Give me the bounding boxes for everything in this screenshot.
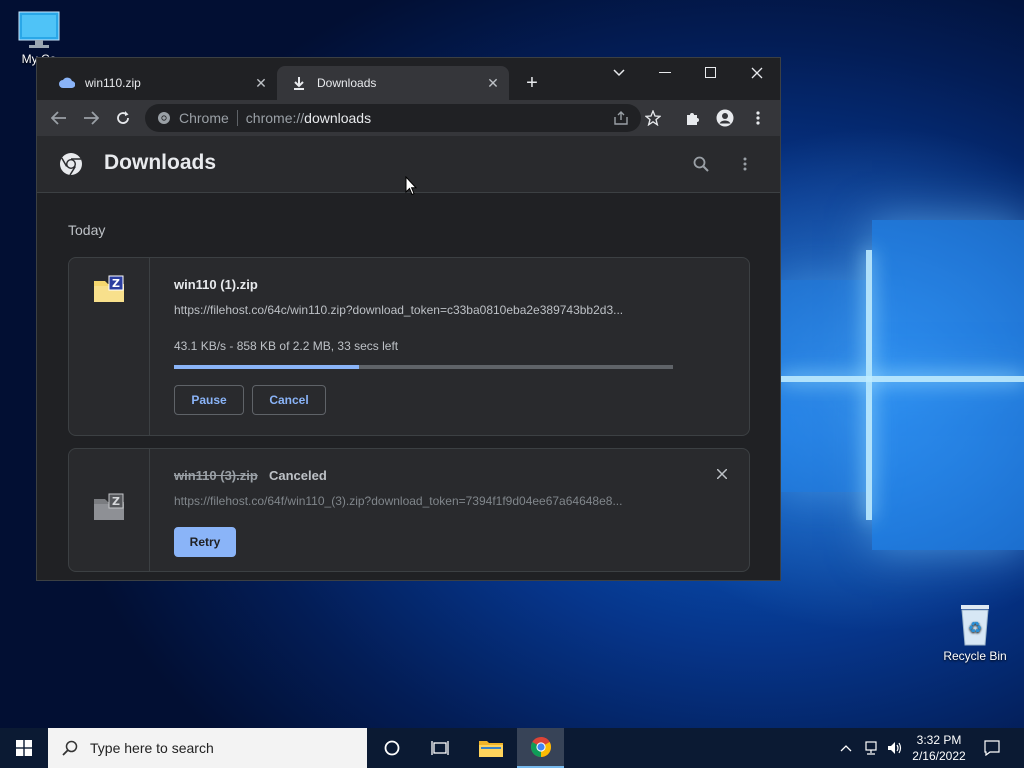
taskbar-search-input[interactable] <box>88 739 352 757</box>
download-item-active: Z win110 (1).zip https://filehost.co/64c… <box>68 257 750 436</box>
address-bar[interactable]: Chrome chrome:// downloads <box>145 104 641 132</box>
profile-avatar-icon[interactable] <box>713 106 737 130</box>
svg-text:Z: Z <box>112 277 120 290</box>
tab-search-chevron-icon[interactable] <box>596 58 642 88</box>
show-hidden-icons-chevron-icon[interactable] <box>836 728 856 768</box>
download-filename[interactable]: win110 (1).zip <box>174 277 258 292</box>
chrome-taskbar-button[interactable] <box>517 728 564 768</box>
new-tab-button[interactable]: + <box>521 72 543 94</box>
task-view-button[interactable] <box>418 728 462 768</box>
desktop-icon-recycle-bin[interactable]: ♻ Recycle Bin <box>940 603 1010 663</box>
monitor-icon <box>18 11 60 48</box>
system-clock[interactable]: 3:32 PM 2/16/2022 <box>905 732 973 764</box>
windows-wallpaper-logo <box>780 220 1024 560</box>
date-section-label: Today <box>68 222 106 238</box>
download-progress-bar <box>174 365 673 369</box>
retry-button[interactable]: Retry <box>174 527 236 557</box>
chrome-window: win110.zip ✕ Downloads ✕ + Chrome chrome… <box>36 57 781 581</box>
tab-win110-zip[interactable]: win110.zip ✕ <box>45 66 277 100</box>
clock-date: 2/16/2022 <box>912 749 966 763</box>
chrome-logo-icon <box>157 111 171 125</box>
maximize-button[interactable] <box>688 58 734 88</box>
recycle-bin-icon: ♻ <box>961 605 989 646</box>
svg-text:Z: Z <box>112 495 120 508</box>
omnibox-site-label: Chrome <box>179 110 229 126</box>
windows-start-icon <box>16 740 32 756</box>
browser-toolbar: Chrome chrome:// downloads <box>37 100 780 136</box>
tab-strip: win110.zip ✕ Downloads ✕ + <box>37 58 780 100</box>
omnibox-url-scheme: chrome:// <box>245 110 305 126</box>
download-filename: win110 (3).zip <box>174 468 258 483</box>
task-view-icon <box>431 741 449 755</box>
back-button[interactable] <box>47 106 71 130</box>
share-icon[interactable] <box>613 110 629 126</box>
action-center-icon <box>984 740 1000 756</box>
remove-item-close-icon[interactable] <box>717 469 727 479</box>
tab-title: win110.zip <box>85 76 141 90</box>
download-url: https://filehost.co/64f/win110_(3).zip?d… <box>174 494 623 508</box>
browser-menu-kebab-icon[interactable] <box>746 106 770 130</box>
cancel-button[interactable]: Cancel <box>252 385 326 415</box>
minimize-button[interactable] <box>642 58 688 88</box>
downloads-menu-kebab-icon[interactable] <box>743 157 747 171</box>
download-item-canceled: Z win110 (3).zip Canceled https://fileho… <box>68 448 750 572</box>
taskbar: 3:32 PM 2/16/2022 <box>0 728 1024 768</box>
close-tab-icon[interactable]: ✕ <box>485 75 501 91</box>
cortana-button[interactable] <box>370 728 414 768</box>
search-icon <box>62 740 78 756</box>
download-state-label: Canceled <box>269 468 327 483</box>
svg-text:♻: ♻ <box>968 618 982 637</box>
volume-icon[interactable] <box>884 728 906 768</box>
chrome-logo-icon <box>59 152 83 176</box>
downloads-list: Today Z win110 (1).zip https://filehost.… <box>37 193 780 580</box>
reload-button[interactable] <box>111 106 135 130</box>
download-progress-fill <box>174 365 359 369</box>
start-button[interactable] <box>0 728 48 768</box>
bookmark-star-icon[interactable] <box>641 106 665 130</box>
file-explorer-button[interactable] <box>468 728 514 768</box>
download-status: 43.1 KB/s - 858 KB of 2.2 MB, 33 secs le… <box>174 339 399 353</box>
folder-icon <box>479 741 503 757</box>
forward-button[interactable] <box>79 106 103 130</box>
pause-button[interactable]: Pause <box>174 385 244 415</box>
close-tab-icon[interactable]: ✕ <box>253 75 269 91</box>
cloud-icon <box>59 75 75 91</box>
zip-folder-icon: Z <box>94 493 124 520</box>
download-url[interactable]: https://filehost.co/64c/win110.zip?downl… <box>174 303 674 317</box>
search-icon[interactable] <box>693 156 709 172</box>
cortana-circle-icon <box>384 740 400 756</box>
zip-folder-icon: Z <box>94 275 124 302</box>
tab-title: Downloads <box>317 76 377 90</box>
tab-downloads[interactable]: Downloads ✕ <box>277 66 509 100</box>
mouse-cursor-icon <box>405 176 417 196</box>
desktop-icon-label: Recycle Bin <box>943 649 1007 663</box>
notification-center-button[interactable] <box>980 728 1004 768</box>
network-icon[interactable] <box>860 728 882 768</box>
taskbar-search-box[interactable] <box>48 728 367 768</box>
extensions-puzzle-icon[interactable] <box>681 106 705 130</box>
chrome-logo-icon <box>530 737 551 757</box>
download-icon <box>291 75 307 91</box>
clock-time: 3:32 PM <box>916 733 962 747</box>
page-title: Downloads <box>104 151 217 174</box>
omnibox-url-path: downloads <box>304 110 372 126</box>
close-window-button[interactable] <box>734 58 780 88</box>
